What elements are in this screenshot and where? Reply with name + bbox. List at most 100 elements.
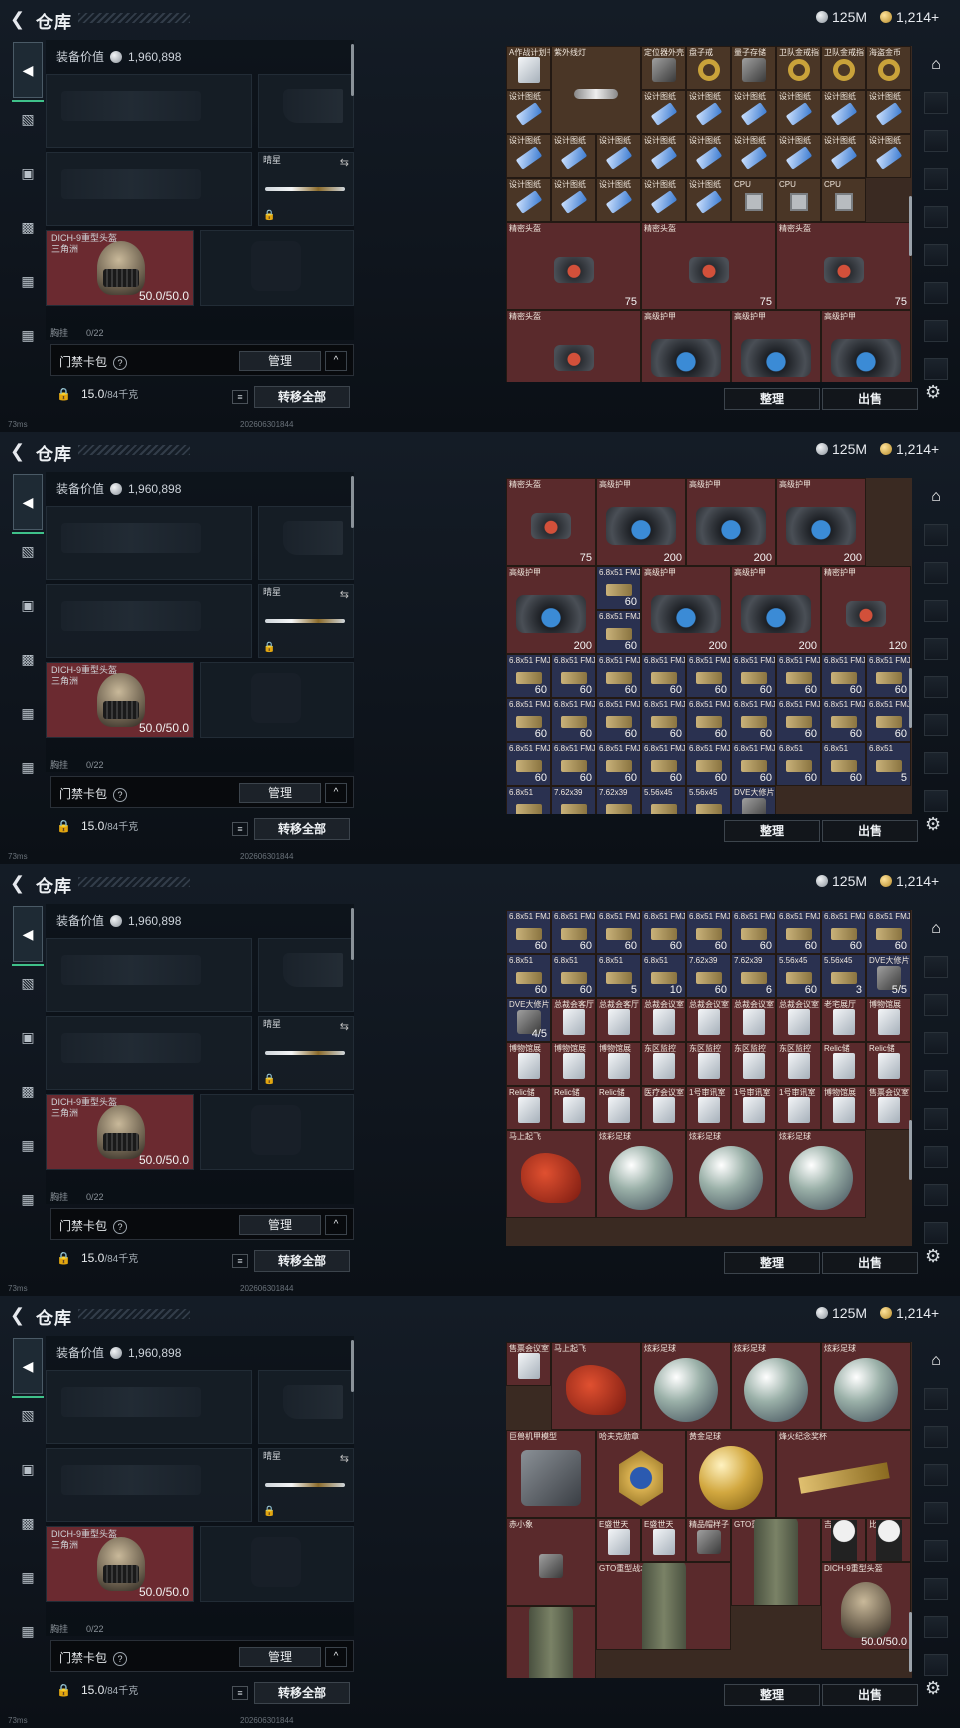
inventory-item[interactable]: 6.8x51 FMJ 60 [551, 742, 596, 786]
inventory-item[interactable]: 海盗金币 [866, 46, 911, 90]
storage-tab[interactable] [924, 206, 948, 228]
inventory-item[interactable]: 设计图纸 [641, 90, 686, 134]
inventory-item[interactable]: A作战计划书 [506, 46, 551, 90]
armor-slot[interactable] [200, 662, 354, 738]
inventory-scrollbar[interactable] [909, 196, 912, 256]
sort-button[interactable]: 整理 [724, 820, 820, 842]
inventory-item[interactable]: 6.8x51 FMJ 60 [641, 910, 686, 954]
inventory-item[interactable]: 45 [506, 1606, 596, 1678]
inventory-item[interactable]: 总裁会议室 [641, 998, 686, 1042]
storage-tab[interactable] [924, 790, 948, 812]
manage-button[interactable]: 管理 [239, 783, 321, 803]
inventory-item[interactable]: 卫队金戒指 [821, 46, 866, 90]
inventory-item[interactable]: 炫彩足球 [596, 1130, 686, 1218]
inventory-item[interactable]: 6.8x51 60 [551, 954, 596, 998]
nav-bag-tab[interactable]: ▩ [13, 1508, 43, 1538]
nav-helmet-tab[interactable]: ▣ [13, 158, 43, 188]
inventory-item[interactable]: 6.8x51 FMJ 60 [821, 910, 866, 954]
inventory-item[interactable]: 6.8x51 FMJ 60 [596, 698, 641, 742]
inventory-item[interactable]: 设计图纸 [686, 178, 731, 222]
inventory-item[interactable]: 6.8x51 FMJ 60 [866, 910, 911, 954]
inventory-item[interactable]: 设计图纸 [776, 90, 821, 134]
inventory-item[interactable]: 高级护甲200 [821, 310, 911, 382]
home-icon[interactable]: ⌂ [924, 920, 948, 944]
inventory-item[interactable]: 设计图纸 [686, 134, 731, 178]
nav-case-tab[interactable]: ▦ [13, 752, 43, 782]
inventory-item[interactable]: 紫外线灯 [551, 46, 641, 134]
inventory-item[interactable]: DVE大修片5/5 [866, 954, 911, 998]
inventory-item[interactable]: 6.8x51 FMJ 60 [641, 742, 686, 786]
inventory-item[interactable]: 博物馆展 [551, 1042, 596, 1086]
storage-tab[interactable] [924, 1222, 948, 1244]
inventory-item[interactable]: 博物馆展 [506, 1042, 551, 1086]
inventory-item[interactable]: 设计图纸 [551, 134, 596, 178]
inventory-item[interactable]: 6.8x51 FMJ 60 [776, 698, 821, 742]
inventory-item[interactable]: 东区监控 [776, 1042, 821, 1086]
secondary-weapon-slot[interactable] [46, 1448, 252, 1522]
inventory-item[interactable]: 博物馆展 [821, 1086, 866, 1130]
gold-currency[interactable]: 1,214+ [880, 441, 939, 457]
nav-case-tab[interactable]: ▦ [13, 1184, 43, 1214]
inventory-item[interactable]: 6.8x51 FMJ 60 [731, 910, 776, 954]
swap-icon[interactable]: ⇆ [340, 588, 349, 601]
inventory-item[interactable]: 高级护甲200 [596, 478, 686, 566]
help-icon[interactable]: ? [113, 1220, 128, 1234]
transfer-all-button[interactable]: 转移全部 [254, 386, 350, 408]
primary-weapon-slot[interactable] [46, 938, 252, 1012]
inventory-item[interactable]: 总裁会议室 [731, 998, 776, 1042]
nav-weapons-tab[interactable]: ◀ [13, 474, 43, 530]
inventory-scrollbar[interactable] [909, 668, 912, 728]
inventory-item[interactable]: 高级护甲200 [731, 310, 821, 382]
inventory-item[interactable]: 设计图纸 [866, 90, 911, 134]
storage-tab[interactable] [924, 1540, 948, 1562]
inventory-item[interactable]: 量子存储 [731, 46, 776, 90]
inventory-item[interactable]: CPU [821, 178, 866, 222]
inventory-item[interactable]: 总裁会议室 [776, 998, 821, 1042]
storage-tab[interactable] [924, 638, 948, 660]
pistol-slot[interactable] [258, 74, 354, 148]
back-arrow-icon[interactable]: ❮ [10, 441, 25, 462]
inventory-item[interactable]: 6.8x51 FMJ 60 [551, 654, 596, 698]
nav-helmet-tab[interactable]: ▣ [13, 1454, 43, 1484]
inventory-item[interactable]: 6.8x51 FMJ 60 [506, 698, 551, 742]
sell-button[interactable]: 出售 [822, 820, 918, 842]
inventory-item[interactable]: 6.8x51 60 [776, 742, 821, 786]
list-icon[interactable]: ≡ [232, 1254, 248, 1268]
inventory-item[interactable]: DICH-9重型头盔 50.0/50.0 [821, 1562, 911, 1650]
transfer-all-button[interactable]: 转移全部 [254, 1250, 350, 1272]
sell-button[interactable]: 出售 [822, 388, 918, 410]
inventory-scrollbar[interactable] [909, 1612, 912, 1672]
swap-icon[interactable]: ⇆ [340, 156, 349, 169]
storage-tab[interactable] [924, 1616, 948, 1638]
melee-slot[interactable]: 晴星 ⇆ 🔒 [258, 1448, 354, 1522]
inventory-item[interactable]: GTO重型战术包 [731, 1518, 821, 1606]
storage-tab[interactable] [924, 562, 948, 584]
storage-tab[interactable] [924, 1108, 948, 1130]
inventory-item[interactable]: GTO重型战术包 [596, 1562, 731, 1650]
inventory-item[interactable]: 精密头盔 75 [776, 222, 911, 310]
storage-tab[interactable] [924, 524, 948, 546]
inventory-item[interactable]: 定位器外壳 [641, 46, 686, 90]
inventory-item[interactable]: DVE大修片 4/5 [506, 998, 551, 1042]
inventory-item[interactable]: DVE大修片5/5 [731, 786, 776, 814]
storage-tab[interactable] [924, 1146, 948, 1168]
inventory-item[interactable]: 炫彩足球 [821, 1342, 911, 1430]
storage-tab[interactable] [924, 1654, 948, 1676]
inventory-item[interactable]: 设计图纸 [731, 90, 776, 134]
collapse-chevron-icon[interactable]: ^ [325, 351, 347, 371]
inventory-item[interactable]: 总裁会客厅 [551, 998, 596, 1042]
manage-button[interactable]: 管理 [239, 1215, 321, 1235]
swap-icon[interactable]: ⇆ [340, 1452, 349, 1465]
swap-icon[interactable]: ⇆ [340, 1020, 349, 1033]
inventory-item[interactable]: 6.8x51 FMJ 60 [821, 698, 866, 742]
storage-tab[interactable] [924, 1464, 948, 1486]
inventory-item[interactable]: 高级护甲200 [731, 566, 821, 654]
inventory-item[interactable]: 7.62x396 [596, 786, 641, 814]
equipment-scrollbar[interactable] [351, 44, 354, 96]
settings-gear-icon[interactable]: ⚙ [925, 814, 941, 835]
nav-rig-tab[interactable]: ▦ [13, 266, 43, 296]
storage-tab[interactable] [924, 92, 948, 114]
nav-weapons-tab[interactable]: ◀ [13, 42, 43, 98]
inventory-item[interactable]: E盛世天 [641, 1518, 686, 1562]
inventory-item[interactable]: 设计图纸 [506, 178, 551, 222]
